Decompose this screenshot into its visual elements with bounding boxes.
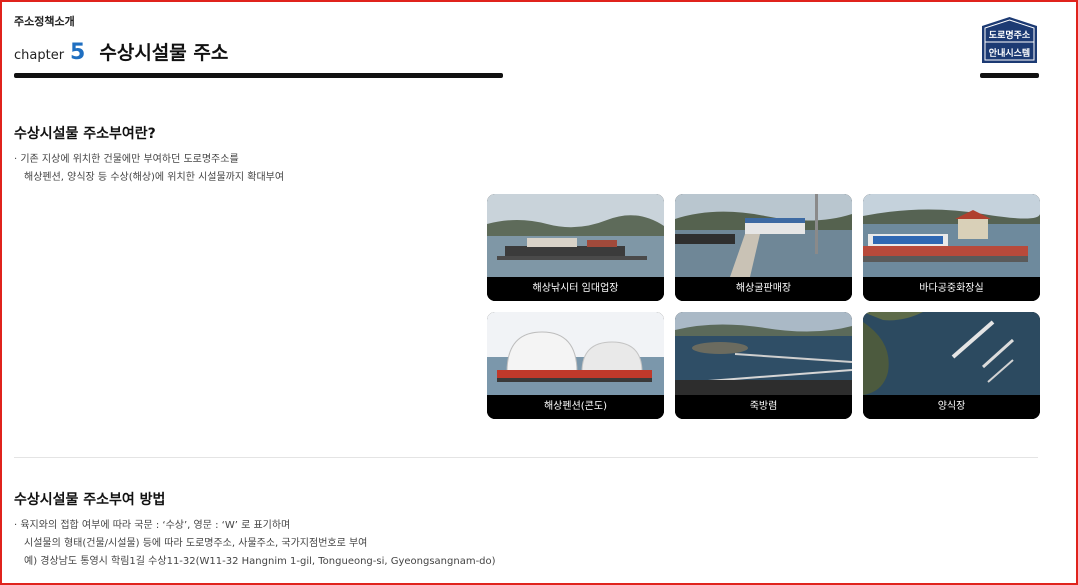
photo-card[interactable]: 바다공중화장실: [863, 194, 1040, 301]
sea-toilet-photo: [863, 194, 1040, 277]
section1-description: · 기존 지상에 위치한 건물에만 부여하던 도로명주소를 해상펜션, 양식장 …: [14, 151, 284, 187]
photo-caption: 양식장: [863, 395, 1040, 419]
logo-underline: [980, 73, 1039, 78]
bamboo-weir-photo: [675, 312, 852, 395]
chapter-word: chapter: [14, 48, 65, 63]
photo-card[interactable]: 양식장: [863, 312, 1040, 419]
section2-line: · 육지와의 접합 여부에 따라 국문 : ‘수상’, 영문 : ‘W’ 로 표…: [14, 520, 291, 531]
logo-text-line2: 안내시스템: [988, 49, 1031, 59]
logo-text-line1: 도로명주소: [988, 31, 1031, 41]
photo-caption: 죽방렴: [675, 395, 852, 419]
section1-line: 해상펜션, 양식장 등 수상(해상)에 위치한 시설물까지 확대부여: [24, 172, 285, 183]
section1-heading: 수상시설물 주소부여란?: [14, 126, 156, 142]
section2-description: · 육지와의 접합 여부에 따라 국문 : ‘수상’, 영문 : ‘W’ 로 표…: [14, 517, 496, 571]
section2-heading: 수상시설물 주소부여 방법: [14, 492, 166, 508]
photo-card[interactable]: 해상펜션(콘도): [487, 312, 664, 419]
section-divider: [14, 457, 1038, 458]
road-address-logo[interactable]: 도로명주소 안내시스템: [981, 16, 1038, 64]
photo-card[interactable]: 해상낚시터 임대업장: [487, 194, 664, 301]
section1-line: · 기존 지상에 위치한 건물에만 부여하던 도로명주소를: [14, 154, 239, 165]
title-underline: [14, 73, 503, 78]
chapter-heading: chapter 5 수상시설물 주소: [14, 38, 228, 65]
photo-caption: 해상펜션(콘도): [487, 395, 664, 419]
photo-card[interactable]: 해상굴판매장: [675, 194, 852, 301]
sea-pension-photo: [487, 312, 664, 395]
category-label: 주소정책소개: [14, 15, 75, 28]
chapter-number: 5: [70, 40, 86, 65]
photo-caption: 해상낚시터 임대업장: [487, 277, 664, 301]
page-title: 수상시설물 주소: [99, 42, 229, 64]
photo-card[interactable]: 죽방렴: [675, 312, 852, 419]
oyster-market-photo: [675, 194, 852, 277]
photo-caption: 바다공중화장실: [863, 277, 1040, 301]
section2-line: 예) 경상남도 통영시 학림1길 수상11-32(W11-32 Hangnim …: [24, 556, 496, 567]
fish-farm-photo: [863, 312, 1040, 395]
fishing-platform-photo: [487, 194, 664, 277]
section2-line: 시설물의 형태(건물/시설물) 등에 따라 도로명주소, 사물주소, 국가지점번…: [24, 538, 368, 549]
photo-caption: 해상굴판매장: [675, 277, 852, 301]
